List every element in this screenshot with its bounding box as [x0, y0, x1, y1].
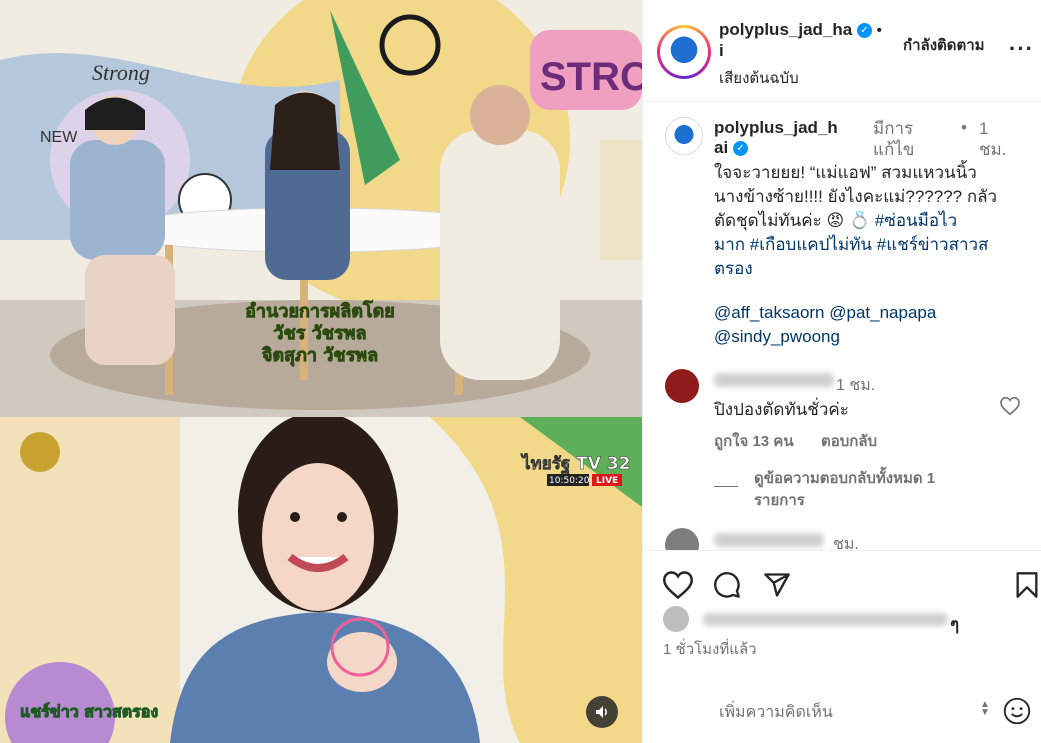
mural-word-strong: STRONG [540, 55, 642, 99]
audio-label[interactable]: เสียงต้นฉบับ [719, 66, 919, 90]
credit-line-3: จิตสุภา วัชรพล [261, 345, 378, 367]
commenter-username-redacted[interactable] [714, 373, 834, 387]
video-frame-top: STRONG Strong NEW อำนวยการผลิตโดย วัชร ว… [0, 0, 642, 417]
comment-time[interactable]: 1 ชม. [836, 373, 875, 398]
comment-likes-count[interactable]: ถูกใจ 13 คน [714, 429, 794, 453]
liker-avatar[interactable] [663, 606, 689, 632]
heart-icon [1000, 396, 1020, 416]
video-frame-bottom: ไทยรัฐ TV 32 10:50:20 LIVE แชร์ข่าว สาวส… [0, 417, 642, 743]
view-replies-button[interactable]: ดูข้อความตอบกลับทั้งหมด 1 รายการ [754, 468, 935, 512]
clock-readout: 10:50:20 [549, 476, 590, 486]
heart-icon [662, 571, 694, 600]
caption-avatar[interactable] [665, 117, 703, 155]
mention-line-2: @sindy_pwoong [714, 325, 1034, 349]
author-username[interactable]: polyplus_jad_ha ✓ • [719, 20, 919, 41]
comment-button[interactable] [713, 571, 741, 604]
reel-video[interactable]: STRONG Strong NEW อำนวยการผลิตโดย วัชร ว… [0, 0, 642, 743]
commenter-username-redacted[interactable] [714, 533, 824, 547]
caption-body: ใจจะวายยย! “แม่แอฟ” สวมแหวนนิ้ว นางข้างซ… [714, 161, 1034, 349]
emoji-button[interactable] [1003, 697, 1031, 730]
hashtag-link[interactable]: #แชร์ข่าวสาวส [877, 235, 989, 254]
more-options-button[interactable]: ··· [1009, 36, 1034, 62]
channel-logo: ไทยรัฐ TV 32 [520, 453, 630, 475]
caption-line-1: ใจจะวายยย! “แม่แอฟ” สวมแหวนนิ้ว [714, 163, 977, 182]
caption-username-wrap[interactable]: ai ✓ [714, 138, 864, 158]
mention-link[interactable]: @sindy_pwoong [714, 327, 840, 346]
hashtag-link[interactable]: #ซ่อนมือไว [875, 211, 957, 230]
bookmark-icon [1016, 572, 1038, 598]
liked-by-tail: ๆ [950, 615, 960, 634]
royal-emblem-icon [20, 432, 60, 472]
following-button[interactable]: กำลังติดตาม [903, 33, 985, 57]
smiley-icon [1003, 697, 1031, 725]
scroll-stepper-icon[interactable]: ▲ ▼ [980, 700, 990, 718]
verified-badge-icon: ✓ [856, 23, 872, 39]
mention-line-1: @aff_taksaorn @pat_napapa [714, 301, 1034, 325]
like-button[interactable] [662, 571, 694, 604]
author-avatar[interactable] [657, 25, 711, 79]
caption-username[interactable]: polyplus_jad_h [714, 118, 864, 138]
post-header: polyplus_jad_ha ✓ • i เสียงต้นฉบับ กำลัง… [643, 0, 1041, 102]
polyplus-logo-icon [662, 30, 706, 74]
polyplus-logo-icon [669, 121, 699, 151]
credit-line-2: วัชร วัชรพล [273, 323, 366, 344]
live-badge: LIVE [596, 476, 618, 486]
mention-link[interactable]: @pat_napapa [829, 303, 936, 322]
show-logo: แชร์ข่าว สาวสตรอง [20, 702, 158, 721]
edited-label: มีการ แก้ไข [873, 119, 915, 159]
commenter-avatar[interactable] [665, 528, 699, 550]
add-comment-input[interactable]: เพิ่มความคิดเห็น [719, 700, 833, 725]
hashtag-link[interactable]: #เกือบแคปไม่ทัน [750, 235, 872, 254]
post-time-ago[interactable]: 1 ชั่วโมงที่แล้ว [663, 637, 757, 661]
caption-line-5: ตรอง [714, 257, 1034, 281]
mention-link[interactable]: @aff_taksaorn [714, 303, 825, 322]
paper-plane-icon [764, 573, 790, 597]
credit-line-1: อำนวยการผลิตโดย [245, 300, 395, 322]
speaker-icon [596, 706, 607, 718]
post-panel: polyplus_jad_ha ✓ • i เสียงต้นฉบับ กำลัง… [642, 0, 1041, 743]
replies-divider [714, 486, 738, 487]
comment-like-button[interactable] [1000, 396, 1020, 420]
author-username-wrap[interactable]: i [719, 41, 919, 61]
commenter-avatar[interactable] [665, 369, 699, 403]
ring-emoji: 💍 [848, 211, 871, 230]
mural-word-new: NEW [40, 129, 78, 146]
angry-emoji: 😡 [826, 211, 845, 230]
verified-badge-icon: ✓ [732, 141, 748, 157]
caption-dot: • [961, 118, 967, 137]
header-separator: • [876, 22, 882, 39]
liked-by-redacted[interactable] [703, 613, 948, 626]
comments-scroll[interactable]: polyplus_jad_h ai ✓ มีการ แก้ไข • 1 ชม. … [643, 103, 1041, 550]
comment-reply-button[interactable]: ตอบกลับ [821, 429, 877, 453]
comment-icon [714, 572, 740, 598]
comment-text: ปิงปองตัดทันชั่วค่ะ [714, 400, 849, 419]
mural-word-strong-script: Strong [92, 60, 150, 85]
share-button[interactable] [763, 571, 791, 604]
save-button[interactable] [1015, 571, 1039, 604]
comment-time[interactable]: ชม. [833, 532, 859, 550]
caption-line-2: นางข้างซ้าย!!!! ยังไงคะแม่?????? กลัว [714, 187, 998, 206]
hashtag-link-cont[interactable]: ตรอง [714, 259, 753, 278]
caption-line-3: ตัดชุดไม่ทันค่ะ 😡 💍 #ซ่อนมือไว [714, 211, 958, 230]
caption-time[interactable]: 1 ชม. [979, 118, 1006, 160]
caption-line-4: มาก #เกือบแคปไม่ทัน #แชร์ข่าวสาวส [714, 233, 1034, 257]
hashtag-link-cont[interactable]: มาก [714, 235, 745, 254]
mute-button[interactable] [586, 696, 618, 728]
